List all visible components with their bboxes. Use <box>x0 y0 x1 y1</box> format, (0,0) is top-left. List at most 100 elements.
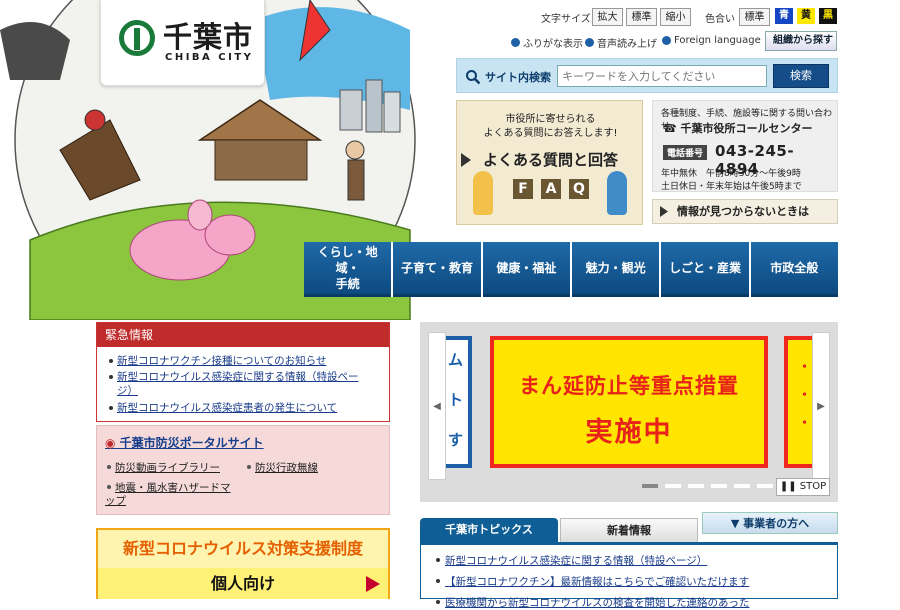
carousel-slide[interactable]: まん延防止等重点措置 実施中 <box>490 336 768 468</box>
carousel-dot[interactable] <box>665 484 681 488</box>
foreign-language-link[interactable]: Foreign language <box>662 35 761 46</box>
nav-tourism[interactable]: 魅力・観光 <box>571 242 660 297</box>
nav-health[interactable]: 健康・福祉 <box>482 242 570 297</box>
faq-banner[interactable]: 市役所に寄せられる よくある質問にお答えします! よくある質問と回答 F A Q <box>456 100 643 225</box>
stop-label: STOP <box>799 481 827 492</box>
search-label-group: サイト内検索 <box>465 69 551 85</box>
org-search-label: 組織から探す <box>773 35 833 46</box>
slide-partial-text: す <box>448 431 464 449</box>
arrow-circle-icon <box>662 36 671 45</box>
not-found-link[interactable]: 情報が見つからないときは <box>652 199 838 224</box>
business-link[interactable]: ▼ 事業者の方へ <box>702 512 838 534</box>
furigana-link[interactable]: ふりがな表示 <box>511 35 583 50</box>
emergency-link[interactable]: 新型コロナウイルス感染症患者の発生について <box>97 401 389 415</box>
nav-childcare[interactable]: 子育て・教育 <box>393 242 481 297</box>
pause-icon: ❚❚ <box>779 481 800 492</box>
slide-subtitle: 実施中 <box>585 417 673 448</box>
disaster-portal-link[interactable]: ◉ 千葉市防災ポータルサイト <box>105 434 264 451</box>
color-yellow-button[interactable]: 黄 <box>797 8 815 24</box>
emergency-link[interactable]: 新型コロナワクチン接種についてのお知らせ <box>97 354 389 368</box>
carousel-prev-button[interactable]: ◀ <box>428 332 446 480</box>
hazard-map-link-wrap[interactable]: ップ <box>105 493 126 508</box>
chevron-right-icon <box>660 206 668 217</box>
carousel-next-slide: ・ ・ ・ <box>784 336 814 468</box>
nav-business[interactable]: しごと・産業 <box>661 242 749 297</box>
carousel-stop-button[interactable]: ❚❚ STOP <box>776 478 830 496</box>
carousel-prev-slide: ム ト す <box>446 336 472 468</box>
call-hours: 年中無休 午前8時30分～午後9時 <box>661 169 801 179</box>
search-icon <box>466 70 481 85</box>
site-search: サイト内検索 検索 <box>456 58 838 93</box>
bullet-icon: ◉ <box>105 436 120 450</box>
color-black-button[interactable]: 黒 <box>819 8 837 24</box>
color-standard-button[interactable]: 標準 <box>739 8 770 26</box>
nav-living[interactable]: くらし・地域・ 手続 <box>304 242 392 297</box>
carousel-dot[interactable] <box>711 484 727 488</box>
faq-title: よくある質問と回答 <box>482 151 618 169</box>
global-nav: くらし・地域・ 手続 子育て・教育 健康・福祉 魅力・観光 しごと・産業 市政全般 <box>304 242 838 297</box>
chevron-down-icon: ▼ <box>730 517 744 530</box>
carousel-dot[interactable] <box>734 484 750 488</box>
font-size-label: 文字サイズ <box>541 14 591 25</box>
carousel-dot[interactable] <box>688 484 704 488</box>
phone-tag: 電話番号 <box>663 145 708 160</box>
topic-link[interactable]: 新型コロナウイルス感染症に関する情報（特設ページ） <box>435 553 707 568</box>
foreign-language-label: Foreign language <box>674 35 761 46</box>
corona-support-banner: 新型コロナウイルス対策支援制度 個人向け <box>96 528 390 599</box>
emergency-link-wrap[interactable]: ジ） <box>97 384 389 398</box>
org-search-button[interactable]: 組織から探す <box>765 31 837 51</box>
phone-icon: ☎ <box>663 122 681 135</box>
emergency-link[interactable]: 新型コロナウイルス感染症に関する情報（特設ペー <box>97 370 389 384</box>
tab-new-info[interactable]: 新着情報 <box>560 518 698 542</box>
logo[interactable]: 千葉市 CHIBA CITY <box>100 0 265 86</box>
search-label: サイト内検索 <box>485 71 551 84</box>
disaster-radio-link[interactable]: 防災行政無線 <box>245 460 318 475</box>
faq-letter-a: A <box>541 179 561 199</box>
faq-subtitle: 市役所に寄せられる よくある質問にお答えします! <box>483 114 618 139</box>
furigana-label: ふりがな表示 <box>523 39 583 50</box>
arrow-circle-icon <box>511 38 520 47</box>
font-size-standard-button[interactable]: 標準 <box>626 8 657 26</box>
corona-individual-label: 個人向け <box>210 574 275 593</box>
carousel-dot[interactable] <box>757 484 773 488</box>
chevron-left-icon: ◀ <box>433 401 441 412</box>
carousel-next-button[interactable]: ▶ <box>812 332 830 480</box>
tab-chiba-topics[interactable]: 千葉市トピックス <box>420 518 558 542</box>
font-size-small-button[interactable]: 縮小 <box>660 8 691 26</box>
disaster-portal-panel: ◉ 千葉市防災ポータルサイト 防災動画ライブラリー 防災行政無線 地震・風水害ハ… <box>96 425 390 515</box>
call-center-panel: 各種制度、手続、施設等に関する問い合わせ ☎ 千葉市役所コールセンター 電話番号… <box>652 100 838 192</box>
triangle-right-icon <box>366 576 380 592</box>
faq-letter-f: F <box>513 179 533 199</box>
call-hours-weekend: 土日休日・年末年始は午後5時まで <box>661 182 802 192</box>
emergency-header: 緊急情報 <box>97 323 389 347</box>
logo-text-en: CHIBA CITY <box>165 52 254 63</box>
business-label: 事業者の方へ <box>743 517 810 530</box>
banner-carousel: ム ト す ◀ まん延防止等重点措置 実施中 ・ ・ ・ ▶ ❚❚ STOP <box>420 322 838 502</box>
call-center-title: ☎ 千葉市役所コールセンター <box>663 122 813 135</box>
city-emblem-icon <box>119 20 155 56</box>
topic-tabs: 千葉市トピックス 新着情報 ▼ 事業者の方へ <box>420 512 838 542</box>
slide-partial-text: ム <box>448 351 464 369</box>
topic-link[interactable]: 医療機関から新型コロナウイルスの検査を開始した連絡のあった <box>435 595 750 610</box>
topics-list: 新型コロナウイルス感染症に関する情報（特設ページ） 【新型コロナワクチン】最新情… <box>420 542 838 609</box>
color-blue-button[interactable]: 青 <box>775 8 793 24</box>
disaster-video-link[interactable]: 防災動画ライブラリー <box>105 460 220 475</box>
carousel-dot-active[interactable] <box>642 484 658 488</box>
faq-letter-q: Q <box>569 179 589 199</box>
person-illustration <box>607 171 627 215</box>
person-illustration <box>473 171 493 215</box>
read-aloud-link[interactable]: 音声読み上げ <box>585 35 657 50</box>
nav-city-admin[interactable]: 市政全般 <box>750 242 838 297</box>
slide-title: まん延防止等重点措置 <box>519 374 739 398</box>
corona-support-title: 新型コロナウイルス対策支援制度 <box>98 530 388 568</box>
logo-text-ja: 千葉市 <box>163 20 254 54</box>
font-size-large-button[interactable]: 拡大 <box>592 8 623 26</box>
not-found-label: 情報が見つからないときは <box>677 205 809 218</box>
corona-individual-button[interactable]: 個人向け <box>98 568 388 599</box>
search-button[interactable]: 検索 <box>773 64 829 88</box>
slide-partial-text: ト <box>448 391 464 409</box>
search-input[interactable] <box>557 65 767 87</box>
arrow-circle-icon <box>585 38 594 47</box>
topic-link[interactable]: 【新型コロナワクチン】最新情報はこちらでご確認いただけます <box>435 574 749 589</box>
chevron-right-icon: ▶ <box>817 401 825 412</box>
